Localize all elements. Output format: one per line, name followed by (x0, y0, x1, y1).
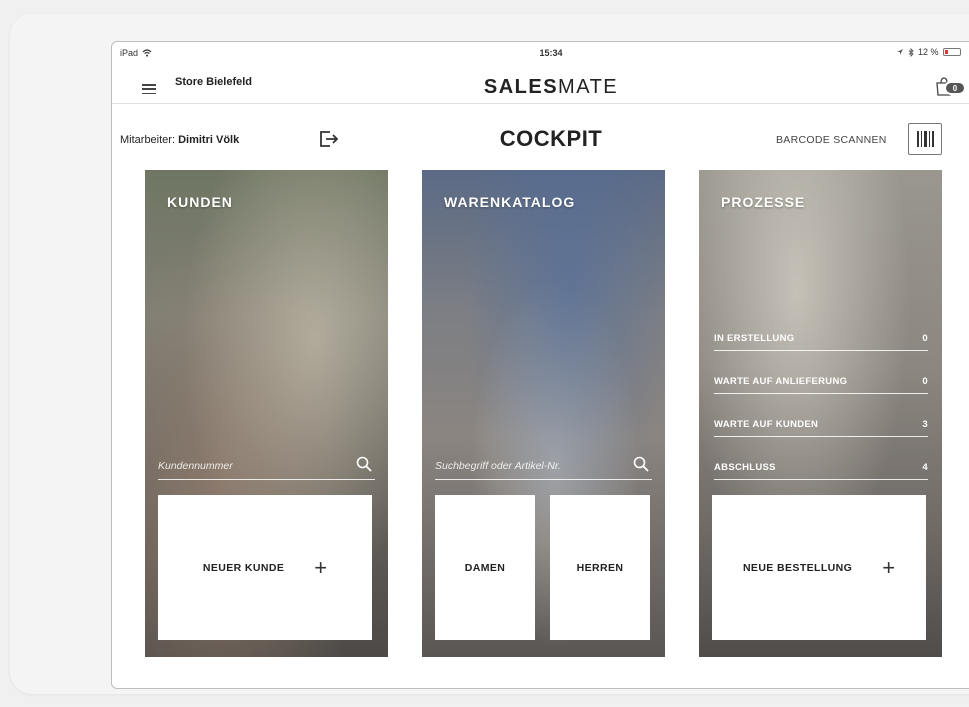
new-customer-label: NEUER KUNDE (202, 561, 285, 574)
toolbar: Mitarbeiter: Dimitri Völk COCKPIT BARCOD… (112, 104, 969, 170)
process-count: 0 (922, 333, 928, 344)
new-order-button[interactable]: NEUE BESTELLUNG + (712, 495, 926, 640)
new-order-label: NEUE BESTELLUNG (742, 561, 853, 574)
process-list: IN ERSTELLUNG 0 WARTE AUF ANLIEFERUNG 0 … (714, 325, 928, 480)
cart-count-badge: 0 (944, 81, 966, 95)
process-label: WARTE AUF KUNDEN (714, 419, 819, 430)
category-damen-label: DAMEN (464, 561, 506, 574)
panel-warenkatalog: WARENKATALOG DAMEN HERREN (422, 170, 665, 657)
panel-title-kunden: KUNDEN (167, 194, 233, 210)
barcode-icon (916, 131, 934, 147)
panel-prozesse: PROZESSE IN ERSTELLUNG 0 WARTE AUF ANLIE… (699, 170, 942, 657)
location-icon (897, 49, 903, 55)
status-time: 15:34 (539, 48, 563, 58)
plus-icon: + (882, 554, 896, 580)
status-bar: iPad 15:34 12 % (112, 42, 969, 62)
logo-light: MATE (558, 76, 619, 98)
barcode-scan-button[interactable] (908, 123, 942, 155)
process-row[interactable]: WARTE AUF ANLIEFERUNG 0 (714, 351, 928, 394)
process-label: ABSCHLUSS (714, 462, 776, 473)
product-search-input[interactable] (435, 456, 620, 476)
status-right: 12 % (896, 47, 961, 57)
plus-icon: + (314, 554, 328, 580)
category-damen-button[interactable]: DAMEN (435, 495, 535, 640)
process-count: 0 (922, 376, 928, 387)
search-icon[interactable] (632, 455, 650, 473)
bluetooth-icon (908, 47, 914, 57)
barcode-scan-label[interactable]: BARCODE SCANNEN (776, 134, 887, 146)
product-search (435, 452, 652, 480)
category-herren-button[interactable]: HERREN (550, 495, 650, 640)
process-label: WARTE AUF ANLIEFERUNG (714, 376, 848, 387)
process-row[interactable]: WARTE AUF KUNDEN 3 (714, 394, 928, 437)
process-count: 4 (922, 462, 928, 473)
process-label: IN ERSTELLUNG (714, 333, 795, 344)
battery-icon (942, 48, 961, 56)
app-header: Store Bielefeld SALESMATE 0 (112, 62, 969, 104)
customer-search (158, 452, 375, 480)
search-icon[interactable] (355, 455, 373, 473)
category-herren-label: HERREN (576, 561, 624, 574)
new-customer-button[interactable]: NEUER KUNDE + (158, 495, 372, 640)
process-row[interactable]: IN ERSTELLUNG 0 (714, 325, 928, 351)
process-row[interactable]: ABSCHLUSS 4 (714, 437, 928, 480)
logo-bold: SALES (483, 76, 559, 98)
customer-number-input[interactable] (158, 456, 343, 476)
panel-title-warenkatalog: WARENKATALOG (444, 194, 576, 210)
app-window: iPad 15:34 12 % Store Bielefeld SALESMAT… (111, 41, 969, 689)
shopping-bag-icon[interactable]: 0 (934, 76, 966, 98)
panel-kunden: KUNDEN NEUER KUNDE + (145, 170, 388, 657)
app-logo: SALESMATE (112, 76, 969, 99)
panel-title-prozesse: PROZESSE (721, 194, 806, 210)
process-count: 3 (922, 419, 928, 430)
battery-percent: 12 % (918, 47, 939, 57)
